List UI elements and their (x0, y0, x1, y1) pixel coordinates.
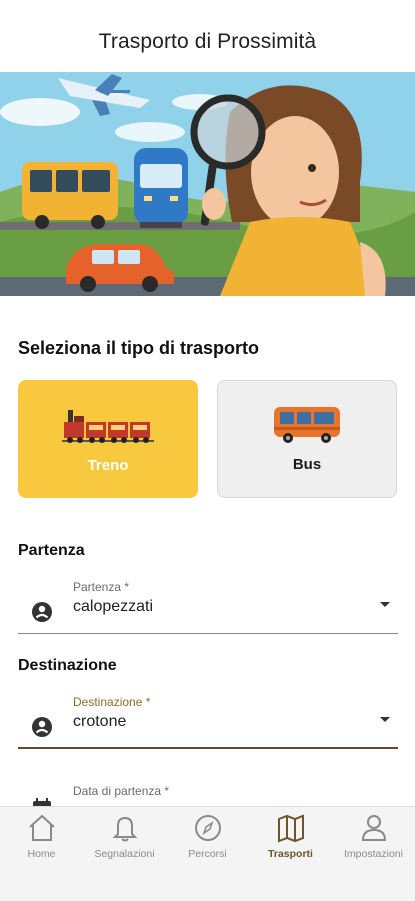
nav-item-trasporti[interactable]: Trasporti (249, 807, 332, 901)
app-header: Trasporto di Prossimità (0, 0, 415, 72)
train-option-card[interactable]: Treno (18, 380, 198, 498)
nav-label-percorsi: Percorsi (188, 848, 227, 860)
bus-icon (274, 407, 340, 443)
nav-label-impostazioni: Impostazioni (344, 848, 403, 860)
bell-icon (112, 816, 138, 842)
nav-label-trasporti: Trasporti (268, 848, 313, 860)
chevron-down-icon[interactable] (380, 602, 390, 607)
nav-item-segnalazioni[interactable]: Segnalazioni (83, 807, 166, 901)
train-illustration (134, 148, 188, 228)
bus-option-card[interactable]: Bus (217, 380, 397, 498)
nav-item-impostazioni[interactable]: Impostazioni (332, 807, 415, 901)
hero-illustration (0, 72, 415, 296)
compass-icon (195, 815, 221, 841)
field-underline (18, 633, 398, 634)
person-outline-icon (361, 815, 387, 841)
departure-date-label: Data di partenza * (73, 784, 170, 798)
bus-option-label: Bus (292, 456, 322, 473)
nav-label-segnalazioni: Segnalazioni (94, 848, 155, 860)
departure-field-value: calopezzati (73, 598, 154, 615)
person-icon (32, 602, 52, 622)
departure-section-title: Partenza (18, 542, 85, 559)
map-icon (278, 814, 304, 843)
departure-select[interactable]: Partenza * calopezzati (18, 578, 398, 634)
train-icon (62, 410, 154, 443)
chevron-down-icon[interactable] (380, 717, 390, 722)
destination-select[interactable]: Destinazione * crotone (18, 693, 398, 749)
nav-label-home: Home (27, 848, 56, 860)
destination-field-label: Destinazione * (73, 695, 151, 709)
destination-section-title: Destinazione (18, 657, 117, 674)
destination-field-value: crotone (73, 713, 127, 730)
nav-item-home[interactable]: Home (0, 807, 83, 901)
bottom-navigation: Home Segnalazioni Percorsi Trasporti Imp… (0, 806, 415, 901)
train-option-label: Treno (87, 457, 129, 474)
person-icon (32, 717, 52, 737)
bus-illustration (22, 162, 118, 229)
transport-section-title: Seleziona il tipo di trasporto (18, 338, 260, 358)
home-icon (29, 814, 55, 841)
field-underline (18, 747, 398, 749)
nav-item-percorsi[interactable]: Percorsi (166, 807, 249, 901)
page-title: Trasporto di Prossimità (98, 30, 317, 53)
departure-field-label: Partenza * (73, 580, 130, 594)
